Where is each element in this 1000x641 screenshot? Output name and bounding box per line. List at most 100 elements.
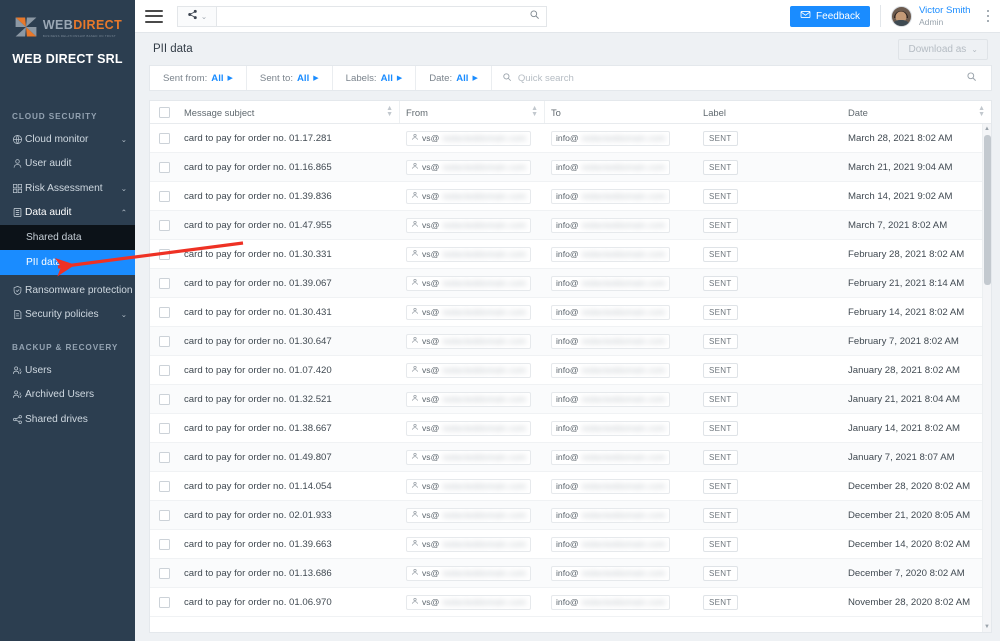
column-header-from[interactable]: From ▲ ▼	[400, 101, 545, 123]
column-header-label[interactable]: Label	[697, 101, 842, 123]
row-checkbox[interactable]	[158, 364, 170, 376]
row-checkbox[interactable]	[158, 335, 170, 347]
table-row[interactable]: card to pay for order no. 01.13.686 vs@ re…	[150, 559, 991, 588]
column-header-message-subject[interactable]: Message subject ▲ ▼	[178, 101, 400, 123]
table-row[interactable]: card to pay for order no. 01.30.331 vs@ re…	[150, 240, 991, 269]
table-row[interactable]: card to pay for order no. 01.39.836 vs@ re…	[150, 182, 991, 211]
avatar[interactable]	[890, 5, 912, 27]
scrollbar-thumb[interactable]	[983, 135, 991, 285]
row-checkbox-cell[interactable]	[150, 530, 178, 558]
row-checkbox[interactable]	[158, 538, 170, 550]
table-row[interactable]: card to pay for order no. 01.39.663 vs@ re…	[150, 530, 991, 559]
sidebar-item-risk-assessment[interactable]: Risk Assessment ⌄	[0, 176, 135, 201]
filter-date[interactable]: Date: All ▶	[416, 66, 492, 90]
filter-sent-from[interactable]: Sent from: All ▶	[150, 66, 247, 90]
sidebar-item-cloud-monitor[interactable]: Cloud monitor ⌄	[0, 127, 135, 152]
share-dropdown-button[interactable]: ⌄	[177, 5, 217, 27]
table-row[interactable]: card to pay for order no. 01.17.281 vs@ re…	[150, 124, 991, 153]
sidebar-item-shared-data[interactable]: Shared data	[0, 225, 135, 250]
sidebar-item-user-audit[interactable]: User audit	[0, 152, 135, 177]
cell-to: info@ redacteddomain.com	[545, 385, 697, 413]
table-row[interactable]: card to pay for order no. 01.14.054 vs@ re…	[150, 472, 991, 501]
filter-value: All	[456, 72, 469, 84]
row-checkbox-cell[interactable]	[150, 327, 178, 355]
row-checkbox-cell[interactable]	[150, 182, 178, 210]
table-row[interactable]: card to pay for order no. 01.07.420 vs@ re…	[150, 356, 991, 385]
sidebar-item-users[interactable]: Users	[0, 358, 135, 383]
sort-icon[interactable]: ▲ ▼	[386, 105, 393, 118]
row-checkbox[interactable]	[158, 161, 170, 173]
sort-icon[interactable]: ▲ ▼	[531, 105, 538, 118]
row-checkbox-cell[interactable]	[150, 414, 178, 442]
search-icon[interactable]	[529, 7, 540, 25]
row-checkbox[interactable]	[158, 567, 170, 579]
row-checkbox-cell[interactable]	[150, 124, 178, 152]
user-role: Admin	[918, 16, 944, 27]
sidebar-item-archived-users[interactable]: Archived Users	[0, 383, 135, 408]
table-row[interactable]: card to pay for order no. 01.30.431 vs@ re…	[150, 298, 991, 327]
search-icon-right[interactable]	[966, 69, 981, 87]
select-all-checkbox-cell[interactable]	[150, 101, 178, 123]
quick-search-container[interactable]	[492, 66, 991, 90]
table-row[interactable]: card to pay for order no. 01.06.970 vs@ re…	[150, 588, 991, 617]
filter-labels[interactable]: Labels: All ▶	[333, 66, 417, 90]
row-checkbox[interactable]	[158, 219, 170, 231]
select-all-checkbox[interactable]	[158, 106, 170, 118]
table-row[interactable]: card to pay for order no. 01.30.647 vs@ re…	[150, 327, 991, 356]
row-checkbox[interactable]	[158, 509, 170, 521]
hamburger-icon[interactable]	[145, 9, 163, 23]
user-info[interactable]: Victor Smith Admin	[919, 5, 971, 27]
row-checkbox-cell[interactable]	[150, 356, 178, 384]
sidebar-item-ransomware-protection[interactable]: Ransomware protection	[0, 278, 135, 303]
row-checkbox-cell[interactable]	[150, 269, 178, 297]
sidebar-item-data-audit[interactable]: Data audit ⌃	[0, 201, 135, 226]
sidebar-item-shared-drives[interactable]: Shared drives	[0, 407, 135, 432]
filter-sent-to[interactable]: Sent to: All ▶	[247, 66, 333, 90]
table-row[interactable]: card to pay for order no. 02.01.933 vs@ re…	[150, 501, 991, 530]
table-row[interactable]: card to pay for order no. 01.47.955 vs@ re…	[150, 211, 991, 240]
row-checkbox-cell[interactable]	[150, 472, 178, 500]
row-checkbox[interactable]	[158, 480, 170, 492]
column-header-date[interactable]: Date ▲ ▼	[842, 101, 991, 123]
row-checkbox-cell[interactable]	[150, 240, 178, 268]
sidebar-item-pii-data[interactable]: PII data	[0, 250, 135, 275]
quick-search-input[interactable]	[517, 72, 960, 84]
row-checkbox[interactable]	[158, 596, 170, 608]
to-prefix: info@	[556, 423, 579, 433]
scroll-up-arrow-icon[interactable]: ▲	[984, 124, 990, 134]
row-checkbox-cell[interactable]	[150, 588, 178, 616]
row-checkbox[interactable]	[158, 393, 170, 405]
table-row[interactable]: card to pay for order no. 01.39.067 vs@ re…	[150, 269, 991, 298]
row-checkbox-cell[interactable]	[150, 501, 178, 529]
sort-icon[interactable]: ▲ ▼	[978, 105, 985, 118]
row-checkbox[interactable]	[158, 190, 170, 202]
more-vertical-icon[interactable]	[984, 7, 993, 26]
table-row[interactable]: card to pay for order no. 01.32.521 vs@ re…	[150, 385, 991, 414]
table-row[interactable]: card to pay for order no. 01.38.667 vs@ re…	[150, 414, 991, 443]
row-checkbox[interactable]	[158, 248, 170, 260]
row-checkbox-cell[interactable]	[150, 559, 178, 587]
row-checkbox[interactable]	[158, 306, 170, 318]
feedback-button[interactable]: Feedback	[790, 5, 870, 27]
table-row[interactable]: card to pay for order no. 01.49.807 vs@ re…	[150, 443, 991, 472]
to-chip: info@ redacteddomain.com	[551, 449, 671, 465]
row-checkbox[interactable]	[158, 422, 170, 434]
row-checkbox-cell[interactable]	[150, 153, 178, 181]
row-checkbox-cell[interactable]	[150, 298, 178, 326]
cell-date: February 7, 2021 8:02 AM	[842, 327, 991, 355]
row-checkbox[interactable]	[158, 277, 170, 289]
row-checkbox-cell[interactable]	[150, 385, 178, 413]
row-checkbox[interactable]	[158, 451, 170, 463]
row-checkbox-cell[interactable]	[150, 443, 178, 471]
table-row[interactable]: card to pay for order no. 01.16.865 vs@ re…	[150, 153, 991, 182]
row-checkbox-cell[interactable]	[150, 211, 178, 239]
column-header-to[interactable]: To	[545, 101, 697, 123]
brand-logo[interactable]: WEBDIRECT BUSINESS RELATIONSHIP BASED ON…	[0, 0, 135, 44]
download-as-button[interactable]: Download as ⌄	[898, 38, 988, 60]
row-checkbox[interactable]	[158, 132, 170, 144]
search-input[interactable]	[223, 10, 529, 22]
sidebar-item-security-policies[interactable]: Security policies ⌄	[0, 303, 135, 328]
scroll-down-arrow-icon[interactable]: ▼	[984, 622, 990, 632]
vertical-scrollbar[interactable]: ▲ ▼	[982, 124, 991, 632]
global-search-box[interactable]	[217, 5, 547, 27]
